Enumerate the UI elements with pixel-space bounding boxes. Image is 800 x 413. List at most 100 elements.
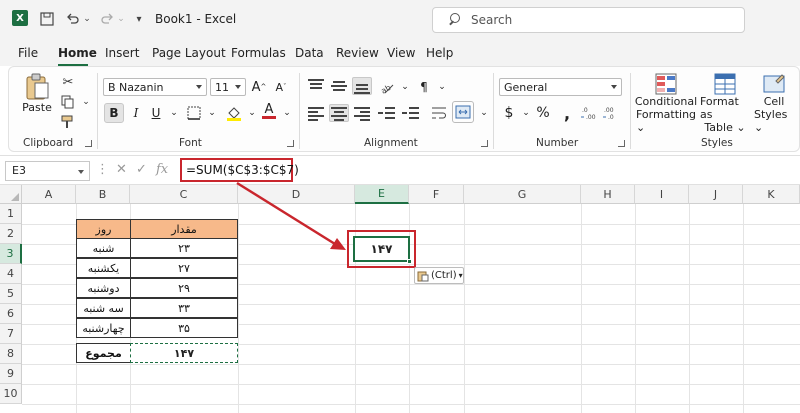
column-header-g[interactable]: G <box>464 185 581 204</box>
select-all-button[interactable] <box>0 185 22 204</box>
table-cell-amount[interactable]: ۲۳ <box>130 238 238 258</box>
table-cell-amount[interactable]: ۲۹ <box>130 278 238 298</box>
italic-button[interactable]: I <box>126 103 146 123</box>
copy-dropdown-icon[interactable]: ⌄ <box>77 93 95 111</box>
insert-function-icon[interactable]: fx <box>156 162 168 177</box>
rtl-dropdown-icon[interactable]: ⌄ <box>432 77 452 97</box>
increase-decimal-button[interactable]: .0.00 <box>579 103 599 123</box>
column-header-d[interactable]: D <box>238 185 355 204</box>
row-header-7[interactable]: 7 <box>0 324 22 344</box>
paste-button[interactable]: Paste <box>19 73 55 114</box>
active-cell-e3[interactable]: ۱۴۷ <box>353 236 410 262</box>
middle-align-button[interactable] <box>329 77 349 95</box>
table-cell-day[interactable]: دوشنبه <box>76 278 131 298</box>
row-header-2[interactable]: 2 <box>0 224 22 244</box>
row-header-4[interactable]: 4 <box>0 264 22 284</box>
align-center-button[interactable] <box>329 104 349 122</box>
tab-home[interactable]: Home <box>58 46 97 60</box>
wrap-text-button[interactable] <box>429 103 449 123</box>
rtl-button[interactable]: ¶ <box>414 77 434 97</box>
formula-input[interactable]: =SUM($C$3:$C$7) <box>180 158 299 182</box>
alignment-launcher-icon[interactable] <box>481 140 488 147</box>
font-name-dropdown[interactable]: B Nazanin <box>103 78 207 96</box>
table-cell-amount[interactable]: ۲۷ <box>130 258 238 278</box>
font-color-button[interactable]: A <box>259 101 279 121</box>
row-header-9[interactable]: 9 <box>0 364 22 384</box>
clipboard-launcher-icon[interactable] <box>85 140 92 147</box>
redo-dropdown-icon[interactable]: ⌄ <box>116 10 126 28</box>
column-header-f[interactable]: F <box>409 185 464 204</box>
table-header-day[interactable]: روز <box>76 219 131 239</box>
tab-view[interactable]: View <box>387 46 415 60</box>
autosave-icon[interactable] <box>38 10 56 28</box>
bold-button[interactable]: B <box>104 103 124 123</box>
undo-dropdown-icon[interactable]: ⌄ <box>82 10 92 28</box>
column-header-j[interactable]: J <box>689 185 743 204</box>
tab-data[interactable]: Data <box>295 46 324 60</box>
format-painter-icon[interactable] <box>59 113 77 131</box>
underline-dropdown-icon[interactable]: ⌄ <box>164 103 184 123</box>
enter-icon[interactable]: ✓ <box>136 162 147 177</box>
conditional-formatting-button[interactable]: Conditional Formatting ⌄ <box>635 73 697 134</box>
merge-center-button[interactable] <box>452 101 474 123</box>
align-left-button[interactable] <box>306 104 326 122</box>
table-header-amount[interactable]: مقدار <box>130 219 238 239</box>
tab-review[interactable]: Review <box>336 46 379 60</box>
decrease-decimal-button[interactable]: .00.0 <box>601 103 621 123</box>
bottom-align-button[interactable] <box>352 77 372 95</box>
fill-handle[interactable] <box>407 259 412 264</box>
column-header-a[interactable]: A <box>22 185 76 204</box>
orientation-dropdown-icon[interactable]: ⌄ <box>395 77 415 97</box>
column-header-e[interactable]: E <box>355 185 409 204</box>
table-cell-day[interactable]: سه شنبه <box>76 298 131 318</box>
table-cell-amount[interactable]: ۳۵ <box>130 318 238 338</box>
decrease-indent-button[interactable] <box>377 104 397 122</box>
number-format-dropdown[interactable]: General <box>499 78 622 96</box>
borders-dropdown-icon[interactable]: ⌄ <box>202 103 222 123</box>
row-header-3[interactable]: 3 <box>0 244 22 264</box>
number-launcher-icon[interactable] <box>618 140 625 147</box>
table-total-value[interactable]: ۱۴۷ <box>130 343 238 363</box>
cancel-icon[interactable]: ✕ <box>116 162 127 177</box>
undo-icon[interactable] <box>64 10 82 28</box>
align-right-button[interactable] <box>352 104 372 122</box>
font-color-dropdown-icon[interactable]: ⌄ <box>277 103 297 123</box>
table-cell-day[interactable]: چهارشنبه <box>76 318 131 338</box>
percent-button[interactable]: % <box>533 103 553 123</box>
format-as-table-button[interactable]: Format as Table ⌄ <box>700 73 750 134</box>
table-cell-amount[interactable]: ۳۳ <box>130 298 238 318</box>
column-header-b[interactable]: B <box>76 185 130 204</box>
search-input[interactable]: Search <box>432 7 745 33</box>
row-header-10[interactable]: 10 <box>0 384 22 404</box>
orientation-button[interactable]: ab <box>377 77 397 97</box>
row-header-6[interactable]: 6 <box>0 304 22 324</box>
tab-page-layout[interactable]: Page Layout <box>152 46 226 60</box>
table-cell-day[interactable]: شنبه <box>76 238 131 258</box>
column-header-k[interactable]: K <box>743 185 800 204</box>
merge-dropdown-icon[interactable]: ⌄ <box>474 103 494 123</box>
column-header-c[interactable]: C <box>130 185 238 204</box>
tab-help[interactable]: Help <box>426 46 453 60</box>
tab-file[interactable]: File <box>18 46 38 60</box>
row-header-1[interactable]: 1 <box>0 204 22 224</box>
font-launcher-icon[interactable] <box>287 140 294 147</box>
column-header-i[interactable]: I <box>635 185 689 204</box>
increase-font-size-button[interactable]: A ^ <box>249 77 269 97</box>
customize-toolbar-icon[interactable]: ▾ <box>132 10 146 28</box>
row-header-8[interactable]: 8 <box>0 344 22 364</box>
font-size-dropdown[interactable]: 11 <box>210 78 246 96</box>
fill-color-button[interactable] <box>224 103 244 123</box>
decrease-font-size-button[interactable]: Aˇ <box>271 77 291 97</box>
tab-formulas[interactable]: Formulas <box>231 46 286 60</box>
name-box[interactable]: E3 <box>5 161 90 181</box>
formula-bar-handle-icon[interactable]: ⋮ <box>96 162 109 177</box>
cell-styles-button[interactable]: Cell Styles ⌄ <box>754 73 794 134</box>
increase-indent-button[interactable] <box>401 104 421 122</box>
underline-button[interactable]: U <box>146 103 166 123</box>
cut-icon[interactable]: ✂ <box>59 73 77 91</box>
table-total-label[interactable]: مجموع <box>76 343 131 363</box>
redo-icon[interactable] <box>98 10 116 28</box>
paste-options-button[interactable]: (Ctrl) ▾ <box>414 267 464 284</box>
table-cell-day[interactable]: یکشنبه <box>76 258 131 278</box>
borders-button[interactable] <box>184 103 204 123</box>
